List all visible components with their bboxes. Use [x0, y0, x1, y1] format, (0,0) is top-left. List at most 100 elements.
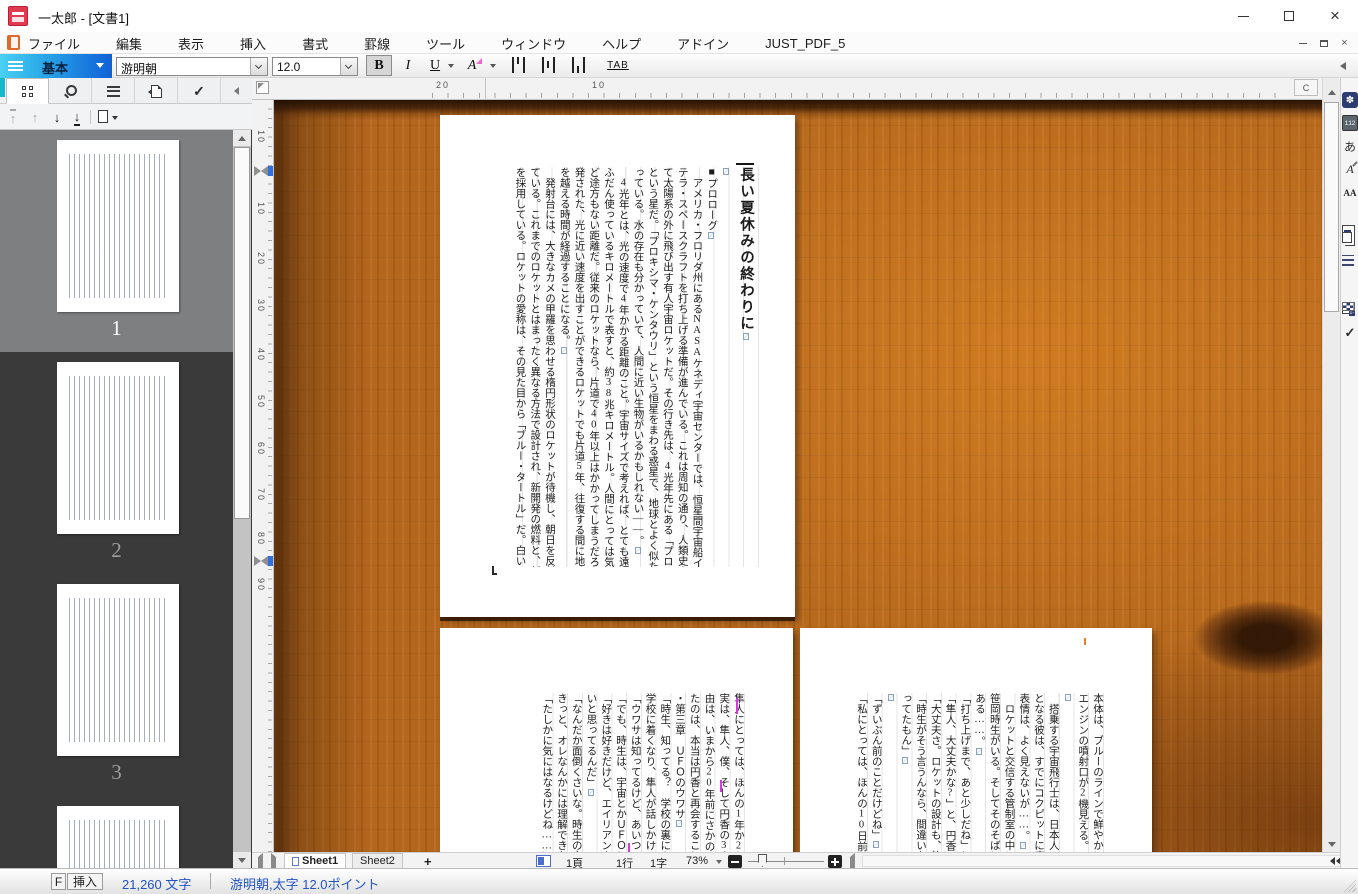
zoom-level[interactable]: 73% [686, 855, 708, 867]
thumbnail-image[interactable] [57, 584, 179, 756]
thumbnail-image[interactable] [57, 140, 179, 312]
zoom-slider-thumb[interactable] [758, 854, 767, 867]
align-bottom-button[interactable] [568, 57, 590, 74]
align-center-button[interactable] [538, 57, 560, 74]
font-style-pen-icon[interactable]: A [1342, 162, 1358, 178]
page-3[interactable]: 本体は、ブルーのラインで鮮やかに縁取エンジンの噴射口が2機見える。 搭乗する宇宙… [800, 628, 1152, 852]
page-view-icon[interactable] [98, 110, 108, 123]
margin-marker[interactable] [254, 166, 273, 176]
thumbnail-page-1[interactable]: 1 [0, 130, 233, 352]
thumbnail-page-4[interactable] [0, 796, 233, 868]
add-sheet-button[interactable]: + [424, 854, 432, 869]
menu-item-アドイン[interactable]: アドイン [677, 34, 729, 53]
menu-item-ファイル[interactable]: ファイル [28, 34, 80, 53]
tab-thumbnails[interactable] [6, 78, 49, 104]
insert-mode-button[interactable]: 挿入 [67, 873, 103, 890]
text-line: 「私にとっては、ほんの10日前の話なの [853, 693, 868, 852]
menu-item-ツール[interactable]: ツール [426, 34, 465, 53]
zoom-in-button[interactable] [828, 855, 842, 868]
scroll-up-button[interactable] [233, 130, 251, 146]
mdi-close-button[interactable]: × [1337, 36, 1352, 50]
scrollbar-thumb[interactable] [1324, 102, 1339, 312]
thumbnail-page-2[interactable]: 2 [0, 352, 233, 574]
font-size-icon[interactable]: AA [1342, 185, 1358, 201]
margin-marker-handle[interactable] [268, 556, 273, 566]
tab-search[interactable] [49, 78, 92, 104]
font-color-dropdown-icon[interactable] [490, 64, 496, 68]
font-size-select[interactable]: 12.0 [272, 57, 358, 76]
restore-button[interactable] [1266, 0, 1312, 32]
underline-dropdown-icon[interactable] [448, 64, 454, 68]
align-top-button[interactable] [508, 57, 530, 74]
tab-outline[interactable] [92, 78, 135, 104]
menu-item-挿入[interactable]: 挿入 [240, 34, 266, 53]
document-scrollbar[interactable] [1322, 78, 1340, 852]
go-prev-page-button[interactable]: ↑ [26, 108, 44, 126]
document-canvas[interactable]: 長い夏休みの終わりに■プロローグ アメリカ・フロリダ州にあるNASAケネディ宇宙… [274, 100, 1322, 852]
sidebar-scrollbar[interactable] [233, 130, 251, 868]
thumbnail-page-3[interactable]: 3 [0, 574, 233, 796]
scroll-down-button[interactable] [233, 852, 251, 868]
menu-item-ヘルプ[interactable]: ヘルプ [602, 34, 641, 53]
scrollbar-thumb[interactable] [234, 147, 250, 519]
font-size-dropdown[interactable] [340, 58, 357, 75]
outline-list-icon[interactable] [1342, 255, 1354, 266]
zoom-dropdown-icon[interactable] [716, 860, 722, 864]
go-first-page-button[interactable]: ↑ [4, 108, 22, 126]
photo-camera-icon[interactable]: 112 [1342, 115, 1358, 131]
ruler-c-tab[interactable]: C [1294, 79, 1318, 96]
sheet-tab-Sheet2[interactable]: Sheet2 [352, 853, 403, 869]
horizontal-scrollbar[interactable] [862, 855, 1358, 867]
toolbar-collapse-icon[interactable] [1340, 62, 1346, 70]
menu-item-書式[interactable]: 書式 [302, 34, 328, 53]
page-2-text[interactable]: 隼人にとっては、ほんの1年か2年の実は、隼人、僕、そして円香の3人は由は、いまか… [539, 693, 746, 852]
page-2[interactable]: 隼人にとっては、ほんの1年か2年の実は、隼人、僕、そして円香の3人は由は、いまか… [440, 628, 793, 852]
menu-item-罫線[interactable]: 罫線 [364, 34, 390, 53]
go-next-page-button[interactable]: ↓ [48, 108, 66, 126]
font-color-button[interactable]: A [460, 55, 484, 76]
panel-collapse-button[interactable] [221, 78, 252, 104]
menu-item-ウィンドウ[interactable]: ウィンドウ [501, 34, 566, 53]
sheet-tab-Sheet1[interactable]: Sheet1 [284, 853, 346, 869]
italic-button[interactable]: I [398, 55, 418, 76]
close-button[interactable]: × [1312, 0, 1358, 32]
justsystems-flower-icon[interactable]: ✽ [1342, 92, 1358, 108]
font-name-select[interactable]: 游明朝 [116, 57, 268, 76]
thumbnail-image[interactable] [57, 362, 179, 534]
mode-selector[interactable]: 基本 [0, 54, 112, 78]
kana-input-icon[interactable]: あ [1342, 139, 1358, 155]
tab-button[interactable]: TAB [602, 55, 634, 76]
mode-f-button[interactable]: F [51, 873, 66, 890]
thumbnail-image[interactable] [57, 806, 179, 868]
menu-item-JUST_PDF_5[interactable]: JUST_PDF_5 [765, 36, 845, 51]
menu-item-編集[interactable]: 編集 [116, 34, 142, 53]
copy-documents-icon[interactable] [1342, 232, 1352, 243]
ruler-corner-icon[interactable] [256, 81, 269, 94]
bold-button[interactable]: B [366, 55, 392, 76]
page-layout-icon[interactable] [536, 855, 551, 867]
page-3-text[interactable]: 本体は、ブルーのラインで鮮やかに縁取エンジンの噴射口が2機見える。 搭乗する宇宙… [853, 693, 1104, 852]
checker-pattern-icon[interactable] [1342, 302, 1355, 311]
font-name-dropdown[interactable] [250, 58, 267, 75]
mdi-restore-button[interactable] [1316, 36, 1331, 50]
proofread-check-icon[interactable]: ✓ [1342, 325, 1358, 341]
menu-item-表示[interactable]: 表示 [178, 34, 204, 53]
minimize-button[interactable] [1220, 0, 1266, 32]
page-1-text[interactable]: 長い夏休みの終わりに■プロローグ アメリカ・フロリダ州にあるNASAケネディ宇宙… [512, 167, 759, 567]
mdi-minimize-button[interactable] [1295, 36, 1310, 50]
tab-pages[interactable] [135, 78, 178, 104]
margin-marker[interactable] [254, 556, 273, 566]
collapse-left-icon [234, 87, 239, 95]
tab-proof[interactable]: ✓ [178, 78, 221, 104]
zoom-slider[interactable] [748, 853, 824, 869]
page-1[interactable]: 長い夏休みの終わりに■プロローグ アメリカ・フロリダ州にあるNASAケネディ宇宙… [440, 115, 795, 617]
text-line [718, 167, 733, 567]
zoom-out-button[interactable] [728, 855, 742, 868]
margin-marker-handle[interactable] [268, 166, 273, 176]
scroll-up-button[interactable] [1323, 84, 1341, 100]
scroll-down-button[interactable] [1323, 836, 1341, 852]
resize-grip[interactable] [1344, 880, 1356, 892]
page-view-dropdown-icon[interactable] [112, 116, 118, 120]
go-last-page-button[interactable]: ↓ [68, 108, 86, 126]
underline-button[interactable]: U [424, 55, 446, 76]
